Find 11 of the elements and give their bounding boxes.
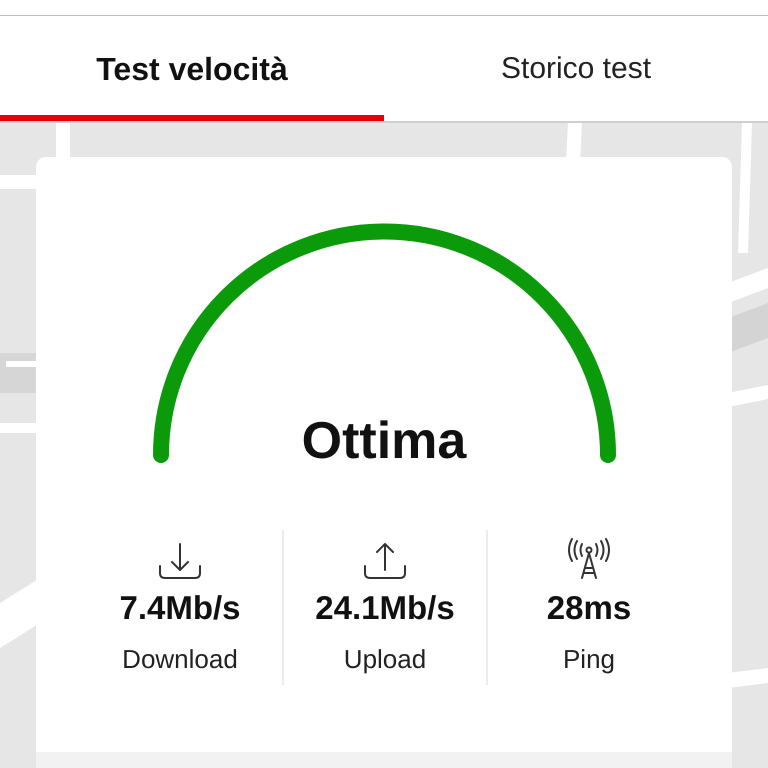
tab[interactable]: Storico test (384, 16, 768, 121)
stat-value: 7.4Mb/s (119, 588, 241, 628)
download-icon (158, 542, 202, 580)
upload-icon (363, 542, 407, 580)
stat-value: 28ms (546, 588, 632, 628)
stat-value: 24.1Mb/s (315, 588, 455, 628)
antenna-icon (567, 538, 611, 580)
stat-label: Ping (562, 643, 616, 675)
stat-label: Download (122, 643, 238, 675)
rating-text: Ottima (302, 415, 466, 467)
stat-label: Upload (344, 643, 426, 675)
